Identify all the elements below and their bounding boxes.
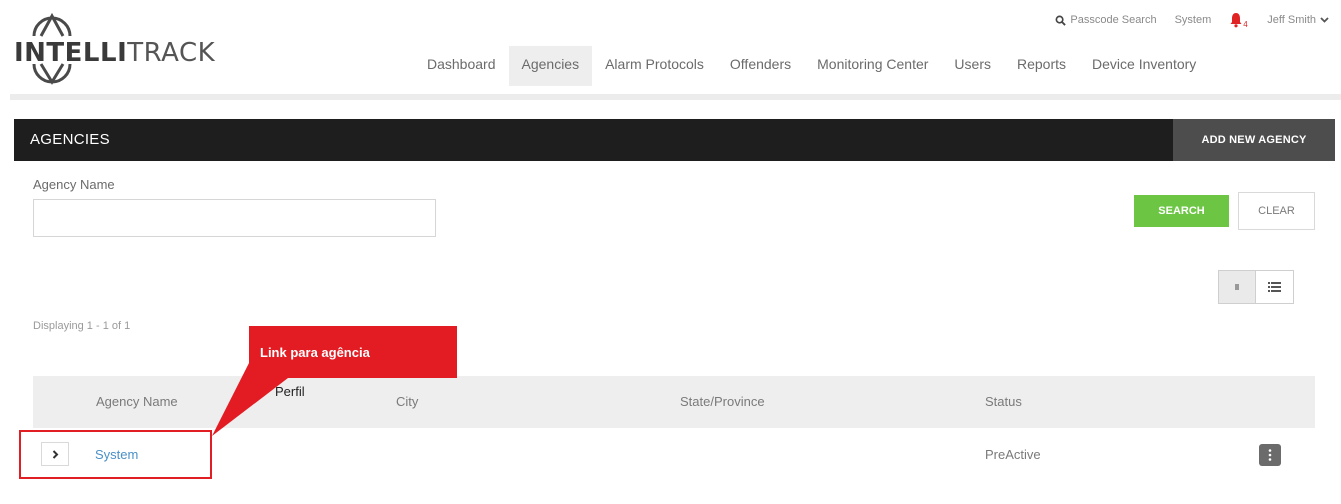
logo-wordmark: INTELLITRACK	[14, 38, 216, 68]
main-nav: Dashboard Agencies Alarm Protocols Offen…	[414, 46, 1209, 86]
agency-name-filter-label: Agency Name	[33, 177, 115, 192]
notifications-button[interactable]: 4	[1229, 12, 1248, 29]
search-button[interactable]: SEARCH	[1134, 195, 1229, 227]
nav-monitoring-center[interactable]: Monitoring Center	[804, 46, 941, 86]
status-cell: PreActive	[985, 447, 1041, 462]
header-divider	[10, 94, 1341, 100]
user-menu[interactable]: Jeff Smith	[1267, 14, 1329, 26]
annotation-callout: Link para agência Perfil	[249, 326, 457, 399]
utility-bar: Passcode Search System 4 Jeff Smith	[1055, 12, 1329, 29]
list-view-icon	[1268, 282, 1281, 292]
nav-reports[interactable]: Reports	[1004, 46, 1079, 86]
list-view-button[interactable]	[1256, 270, 1294, 304]
grid-view-button[interactable]	[1218, 270, 1256, 304]
system-link[interactable]: System	[1175, 14, 1212, 26]
nav-device-inventory[interactable]: Device Inventory	[1079, 46, 1209, 86]
system-label: System	[1174, 14, 1212, 26]
row-actions-button[interactable]	[1259, 444, 1281, 466]
column-header-status[interactable]: Status	[985, 394, 1022, 409]
column-header-city[interactable]: City	[396, 394, 418, 409]
notification-count-badge: 4	[1243, 20, 1248, 29]
view-toggle	[1218, 270, 1294, 304]
nav-users[interactable]: Users	[941, 46, 1004, 86]
results-count: Displaying 1 - 1 of 1	[33, 320, 131, 332]
nav-dashboard[interactable]: Dashboard	[414, 46, 509, 86]
table-header: Agency Name City State/Province Status	[33, 376, 1315, 428]
agencies-panel-header: AGENCIES ADD NEW AGENCY	[14, 119, 1335, 161]
annotation-line-2: Perfil	[275, 384, 305, 399]
column-header-agency-name[interactable]: Agency Name	[96, 394, 178, 409]
user-name-label: Jeff Smith	[1267, 14, 1316, 26]
intellitrack-logo[interactable]: INTELLITRACK	[14, 6, 215, 90]
column-header-state-province[interactable]: State/Province	[680, 394, 765, 409]
page-title: AGENCIES	[30, 131, 110, 148]
annotation-highlight-box	[19, 430, 212, 479]
search-icon	[1055, 15, 1067, 26]
agency-name-filter-input[interactable]	[33, 199, 436, 237]
bell-icon	[1230, 13, 1242, 28]
grid-view-icon	[1235, 284, 1239, 290]
clear-button[interactable]: CLEAR	[1238, 192, 1315, 230]
table-row: System PreActive	[33, 428, 1315, 484]
passcode-search-label: Passcode Search	[1070, 14, 1157, 26]
passcode-search-link[interactable]: Passcode Search	[1055, 14, 1157, 26]
nav-offenders[interactable]: Offenders	[717, 46, 804, 86]
nav-agencies[interactable]: Agencies	[508, 46, 593, 86]
annotation-line-1: Link para agência	[260, 345, 370, 360]
add-new-agency-button[interactable]: ADD NEW AGENCY	[1173, 119, 1335, 161]
chevron-down-icon	[1320, 17, 1329, 23]
more-vertical-icon	[1268, 449, 1272, 461]
nav-alarm-protocols[interactable]: Alarm Protocols	[592, 46, 717, 86]
